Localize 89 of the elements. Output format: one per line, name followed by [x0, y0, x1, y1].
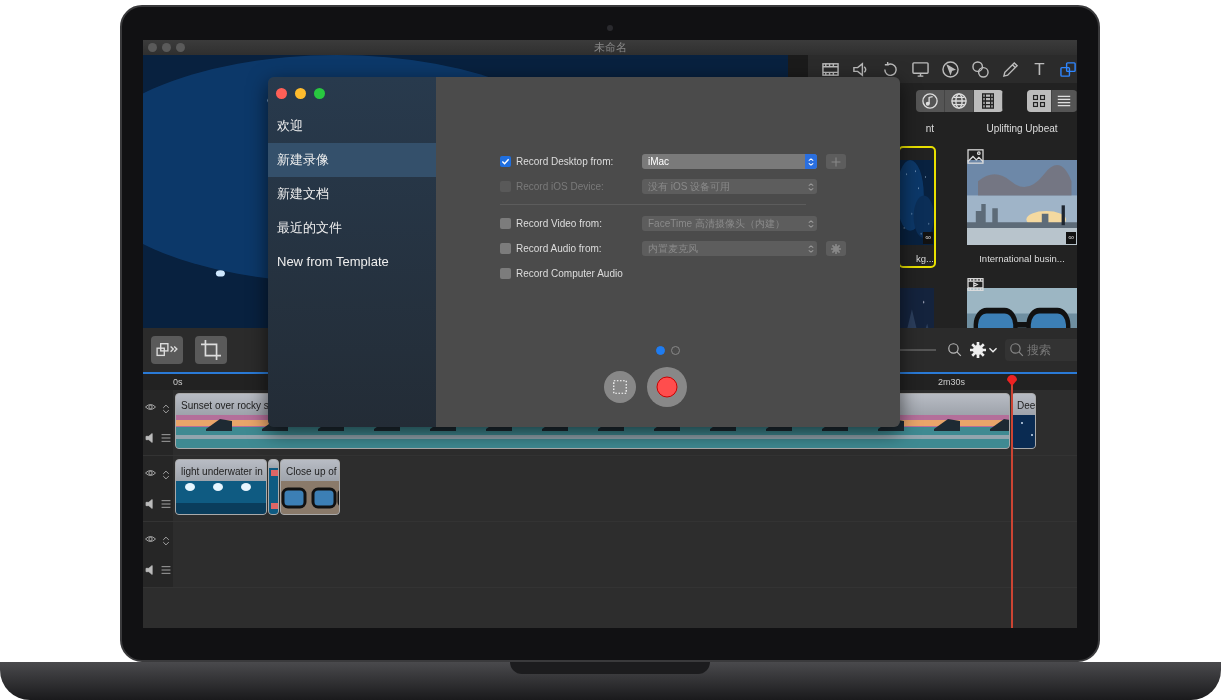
speaker-icon [145, 432, 156, 443]
stepper-icon [807, 155, 815, 168]
inspector-tool-button[interactable] [822, 60, 839, 78]
search-input[interactable]: 搜索 [1027, 341, 1075, 359]
checkbox[interactable] [500, 243, 511, 254]
camera-dot [607, 25, 613, 31]
sidebar-item[interactable]: 新建文档 [268, 177, 436, 211]
pencil-icon [1002, 59, 1019, 79]
inspector-tool-button[interactable] [912, 60, 929, 78]
loop-badge: ∞ [1066, 232, 1076, 244]
ruler-label: 2m30s [938, 376, 965, 389]
checkbox[interactable] [500, 156, 511, 167]
crop-icon [201, 340, 221, 360]
window-control[interactable] [295, 87, 306, 99]
layers-button[interactable] [151, 336, 183, 364]
list-icon [1056, 94, 1071, 108]
film-icon [967, 277, 984, 293]
globe-icon [950, 93, 967, 109]
dashed-square-icon [613, 380, 627, 394]
option-label: Record Video from: [516, 217, 603, 231]
menu-icon [160, 564, 171, 575]
option-label: Record Audio from: [516, 242, 603, 256]
clip-title: Close up of [286, 466, 337, 477]
search-icon [948, 343, 962, 357]
ruler-label: 0s [173, 376, 183, 389]
library-tab[interactable] [973, 90, 1003, 112]
video-clip[interactable]: Close up of [280, 459, 340, 515]
inspector-tool-button[interactable] [882, 60, 899, 78]
settings-icon [970, 342, 986, 358]
sidebar-item[interactable]: New from Template [268, 245, 436, 279]
sidebar-item[interactable]: 新建录像 [268, 143, 436, 177]
sidebar-item[interactable]: 最近的文件 [268, 211, 436, 245]
circles-icon [972, 59, 989, 79]
stepper-icon [807, 242, 815, 255]
checkbox[interactable] [500, 218, 511, 229]
media-title: nt [925, 123, 934, 134]
menu-icon [160, 432, 171, 443]
clip-title: Sunset over rocky s [181, 400, 269, 411]
inspector-tool-button[interactable] [1060, 60, 1077, 78]
speaker-icon [145, 498, 156, 509]
sidebar-item[interactable]: 欢迎 [268, 109, 436, 143]
media-title: kg... [915, 252, 934, 266]
record-dot-icon [656, 376, 678, 398]
monitor-icon [912, 59, 929, 79]
stepper-icon [807, 180, 815, 193]
inspector-tool-button[interactable] [972, 60, 989, 78]
film-strip-icon [979, 93, 996, 109]
page-dot[interactable] [656, 346, 665, 355]
settings-icon [831, 243, 841, 254]
checkbox[interactable] [500, 268, 511, 279]
inspector-tool-button[interactable]: T [1032, 60, 1047, 78]
inspector-tool-button[interactable] [1002, 60, 1019, 78]
video-clip[interactable]: light underwater in [175, 459, 267, 515]
window-control[interactable] [314, 87, 325, 99]
playhead[interactable] [1006, 372, 1018, 628]
grid-icon [1031, 94, 1046, 108]
transition-clip[interactable] [268, 459, 279, 515]
settings-button[interactable] [970, 342, 997, 358]
window-control[interactable] [276, 87, 287, 99]
record-button[interactable] [647, 367, 687, 407]
caret-icon [989, 346, 997, 354]
clip-title: light underwater in [181, 466, 263, 477]
search-icon [1010, 343, 1024, 357]
music-icon [921, 93, 938, 109]
search-field[interactable]: 搜索 [1005, 339, 1077, 361]
option-label: Record Desktop from: [516, 155, 615, 169]
window-title: 未命名 [593, 40, 627, 55]
stepper-icon [807, 217, 815, 230]
layers-icon [1060, 59, 1077, 79]
view-mode-button[interactable] [1026, 90, 1052, 112]
rotate-icon [882, 59, 899, 79]
area-select-button[interactable] [604, 371, 636, 403]
media-tile[interactable]: ∞ International busin... [967, 148, 1077, 266]
loop-badge: ∞ [923, 232, 933, 244]
layers-icon [155, 341, 179, 359]
inspector-tool-button[interactable] [942, 60, 959, 78]
crop-button[interactable] [195, 336, 227, 364]
inspector-tool-button[interactable] [852, 60, 869, 78]
cursor-icon [942, 59, 959, 79]
image-icon [967, 149, 984, 165]
menu-icon [160, 498, 171, 509]
clip-title: Dee [1017, 400, 1035, 411]
media-title: Uplifting Upbeat [986, 123, 1058, 134]
dropdown[interactable]: iMac [642, 154, 817, 169]
speaker-icon [145, 564, 156, 575]
option-label: Record Computer Audio [516, 267, 624, 281]
video-clip[interactable]: Dee [1011, 393, 1036, 449]
media-title: International busin... [978, 252, 1066, 266]
plus-icon [831, 156, 841, 167]
